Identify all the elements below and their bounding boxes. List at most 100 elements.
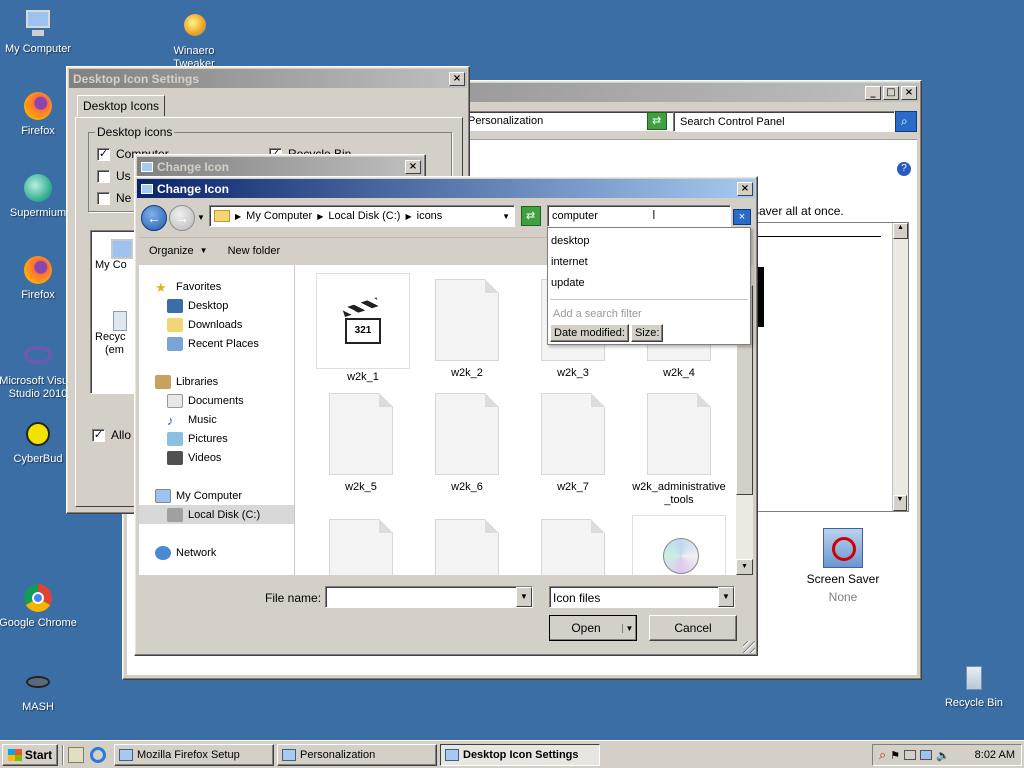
search-icon[interactable]: ⌕ <box>879 747 886 763</box>
minimize-button[interactable]: _ <box>865 85 881 100</box>
file-name-input[interactable]: ▼ <box>325 586 533 608</box>
back-button[interactable]: ← <box>141 205 167 231</box>
network-icon <box>155 545 171 560</box>
forward-button[interactable]: → <box>169 205 195 231</box>
desktop-icon-my-computer[interactable]: My Computer <box>0 8 78 56</box>
maximize-button[interactable]: □ <box>883 85 899 100</box>
nav-recent[interactable]: Recent Places <box>155 334 294 353</box>
arrow-left-icon: ← <box>147 210 161 226</box>
nav-downloads[interactable]: Downloads <box>155 315 294 334</box>
user-files-checkbox[interactable]: Us <box>97 169 131 183</box>
refresh-button[interactable]: ⇄ <box>521 206 541 226</box>
file-item[interactable] <box>313 519 409 575</box>
arrow-right-icon: → <box>175 210 189 226</box>
desktop-icon-winaero-tweaker[interactable]: Winaero Tweaker <box>154 10 234 71</box>
nav-videos[interactable]: Videos <box>155 448 294 467</box>
organize-button[interactable]: Organize ▼ <box>149 245 208 257</box>
breadcrumb[interactable]: ▶ My Computer ▶ Local Disk (C:) ▶ icons … <box>209 205 515 227</box>
recycle-bin-icon <box>958 662 990 694</box>
filter-date-modified[interactable]: Date modified: <box>550 324 629 342</box>
chevron-down-icon[interactable]: ▼ <box>516 587 532 607</box>
task-personalization[interactable]: Personalization <box>277 743 437 766</box>
network-icon[interactable] <box>920 750 933 760</box>
cancel-button[interactable]: Cancel <box>649 615 737 641</box>
file-item[interactable]: w2k_administrative_tools <box>631 393 727 507</box>
refresh-icon: ⇄ <box>652 115 662 127</box>
firefox-icon <box>22 254 54 286</box>
desktop-icon-google-chrome[interactable]: Google Chrome <box>0 582 78 630</box>
chevron-down-icon[interactable]: ▼ <box>718 587 734 607</box>
recent-places-icon <box>167 336 183 351</box>
chevron-down-icon: ▼ <box>199 246 208 255</box>
suggestion-item[interactable]: internet <box>548 249 750 270</box>
new-folder-button[interactable]: New folder <box>228 245 281 257</box>
file-item[interactable]: w2k_2 <box>419 279 515 379</box>
suggestion-item[interactable]: update <box>548 270 750 291</box>
open-button[interactable]: Open ▼ <box>549 615 637 641</box>
chevron-down-icon[interactable]: ▼ <box>622 623 636 633</box>
nav-music[interactable]: ♪ Music <box>155 410 294 429</box>
help-icon[interactable]: ? <box>897 162 911 176</box>
ie-icon[interactable] <box>90 746 106 763</box>
file-item[interactable]: w2k_6 <box>419 393 515 493</box>
nav-my-computer[interactable]: My Computer <box>155 486 294 505</box>
system-tray: ⌕ ⚑ 🔈 8:02 AM <box>872 744 1022 766</box>
close-button[interactable]: × <box>449 71 465 86</box>
nav-local-disk[interactable]: Local Disk (C:) <box>139 505 294 524</box>
search-control-panel-input[interactable]: Search Control Panel <box>673 111 895 132</box>
show-desktop-icon[interactable] <box>68 746 84 763</box>
blank-file-icon <box>329 519 393 575</box>
tab-desktop-icons[interactable]: Desktop Icons <box>77 95 166 116</box>
libraries-icon <box>155 374 171 389</box>
breadcrumb-local-disk[interactable]: Local Disk (C:) <box>328 210 400 222</box>
breadcrumb-icons[interactable]: icons <box>417 210 443 222</box>
nav-documents[interactable]: Documents <box>155 391 294 410</box>
downloads-icon <box>167 317 183 332</box>
nav-pictures[interactable]: Pictures <box>155 429 294 448</box>
recycle-preview[interactable]: Recyc (em <box>95 311 127 357</box>
start-button[interactable]: Start <box>2 743 58 766</box>
search-button[interactable]: ⌕ <box>895 111 917 132</box>
filter-size[interactable]: Size: <box>630 324 664 342</box>
file-item[interactable] <box>419 519 515 575</box>
screen-saver-link[interactable]: Screen Saver None <box>787 528 899 604</box>
chevron-down-icon[interactable]: ▼ <box>502 212 510 221</box>
pictures-icon <box>167 431 183 446</box>
desktop-icon-mash[interactable]: MASH <box>0 666 78 714</box>
desktop-icon-recycle-bin[interactable]: Recycle Bin <box>934 662 1014 710</box>
theme-list[interactable]: ▲ ▼ <box>757 222 909 512</box>
blank-file-icon <box>647 393 711 475</box>
file-item[interactable] <box>525 519 621 575</box>
search-input[interactable]: computer I <box>547 205 731 227</box>
nav-favorites[interactable]: ★ Favorites <box>155 277 294 296</box>
allow-themes-checkbox[interactable]: ✓ Allo <box>92 428 131 442</box>
close-button[interactable]: × <box>737 181 753 196</box>
scrollbar[interactable]: ▲ ▼ <box>892 223 908 511</box>
task-firefox-setup[interactable]: Mozilla Firefox Setup <box>114 743 274 766</box>
file-item[interactable]: 321 w2k_1 <box>315 273 411 383</box>
file-item[interactable] <box>631 515 727 575</box>
flag-icon[interactable]: ⚑ <box>890 749 900 762</box>
clear-search-button[interactable]: × <box>733 209 751 225</box>
clapperboard-icon: 321 <box>316 273 410 369</box>
nav-network[interactable]: Network <box>155 543 294 562</box>
file-item[interactable]: w2k_5 <box>313 393 409 493</box>
scroll-down-button[interactable]: ▼ <box>736 559 753 575</box>
history-dropdown-icon[interactable]: ▼ <box>197 213 205 222</box>
breadcrumb-my-computer[interactable]: My Computer <box>246 210 312 222</box>
close-button[interactable]: × <box>901 85 917 100</box>
network-checkbox[interactable]: Ne <box>97 191 131 205</box>
close-button[interactable]: × <box>405 159 421 174</box>
nav-desktop[interactable]: Desktop <box>155 296 294 315</box>
suggestion-item[interactable]: desktop <box>548 228 750 249</box>
file-type-select[interactable]: Icon files ▼ <box>549 586 735 608</box>
nav-libraries[interactable]: Libraries <box>155 372 294 391</box>
computer-icon <box>111 239 133 259</box>
resize-grip[interactable] <box>743 641 755 653</box>
file-item[interactable]: w2k_7 <box>525 393 621 493</box>
my-computer-preview[interactable]: My Co <box>95 239 133 271</box>
refresh-button[interactable]: ⇄ <box>647 112 667 130</box>
battery-icon[interactable] <box>904 750 917 760</box>
volume-icon[interactable]: 🔈 <box>936 749 950 762</box>
task-desktop-icon-settings[interactable]: Desktop Icon Settings <box>440 743 600 766</box>
